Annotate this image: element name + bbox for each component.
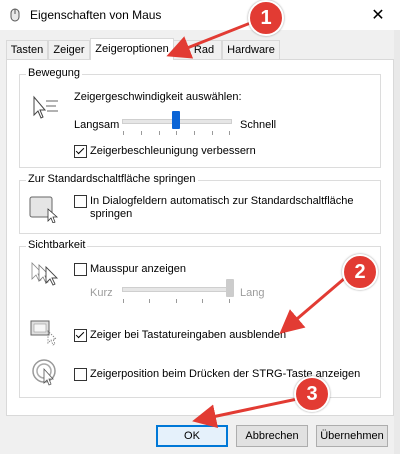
slider-tick <box>141 131 142 135</box>
tab-label: Hardware <box>227 44 275 56</box>
cancel-button[interactable]: Abbrechen <box>236 425 308 447</box>
options-panel: Bewegung Zeigergeschwindigkeit auswählen… <box>6 59 394 416</box>
tab-rad[interactable]: Rad <box>172 40 222 59</box>
tab-zeigeroptionen[interactable]: Zeigeroptionen <box>90 38 174 60</box>
tab-label: Rad <box>193 44 215 56</box>
slider-tick <box>176 131 177 135</box>
slider-tick <box>159 131 160 135</box>
trail-label: Mausspur anzeigen <box>90 263 187 275</box>
speed-slider-thumb[interactable] <box>172 111 180 129</box>
tab-hardware[interactable]: Hardware <box>222 40 280 59</box>
snap-button-icon <box>29 196 59 223</box>
tab-label: Tasten <box>10 44 44 56</box>
title-bar: Eigenschaften von Maus ✕ <box>0 0 400 30</box>
snap-label-line1: In Dialogfeldern automatisch zur Standar… <box>90 195 354 207</box>
group-label-snap: Zur Standardschaltfläche springen <box>26 173 198 185</box>
speed-label: Zeigergeschwindigkeit auswählen: <box>74 91 242 103</box>
annotation-badge-3: 3 <box>294 376 330 412</box>
long-label: Lang <box>240 287 265 299</box>
slider-tick <box>176 299 177 303</box>
pointer-trail-icon <box>31 262 59 286</box>
ok-button[interactable]: OK <box>156 425 228 447</box>
slider-tick <box>149 299 150 303</box>
apply-button[interactable]: Übernehmen <box>316 425 388 447</box>
fast-label: Schnell <box>240 119 277 131</box>
mouse-icon <box>10 8 20 22</box>
window-title: Eigenschaften von Maus <box>30 8 162 22</box>
slow-label: Langsam <box>74 119 120 131</box>
slider-tick <box>202 299 203 303</box>
tab-label: Zeiger <box>53 44 85 56</box>
hide-pointer-icon <box>30 320 57 346</box>
group-label-bewegung: Bewegung <box>26 67 82 79</box>
group-label-sichtbarkeit: Sichtbarkeit <box>26 239 88 251</box>
speed-slider[interactable] <box>122 111 232 137</box>
accel-checkbox[interactable] <box>74 145 87 158</box>
accel-label: Zeigerbeschleunigung verbessern <box>90 145 256 157</box>
annotation-badge-1: 1 <box>248 0 284 36</box>
background-window-edge <box>394 30 400 454</box>
locate-pointer-icon <box>32 359 56 386</box>
snap-checkbox[interactable] <box>74 195 87 208</box>
slider-tick <box>229 131 230 135</box>
ctrl-locate-checkbox[interactable] <box>74 368 87 381</box>
slider-tick <box>123 131 124 135</box>
trail-slider-track <box>122 287 232 292</box>
hide-pointer-label: Zeiger bei Tastatureingaben ausblenden <box>90 329 287 341</box>
annotation-badge-2: 2 <box>342 254 378 290</box>
tab-tasten[interactable]: Tasten <box>6 40 48 59</box>
slider-tick <box>123 299 124 303</box>
short-label: Kurz <box>90 287 113 299</box>
tab-label: Zeigeroptionen <box>95 43 169 55</box>
tab-zeiger[interactable]: Zeiger <box>48 40 90 59</box>
dialog-body: Tasten Zeiger Zeigeroptionen Rad Hardwar… <box>0 30 400 454</box>
snap-label-line2: springen <box>90 208 133 220</box>
group-snap: Zur Standardschaltfläche springen In Dia… <box>19 173 381 234</box>
group-sichtbarkeit: Sichtbarkeit Mausspur anzeigen Kurz Lang <box>19 239 381 398</box>
trail-checkbox[interactable] <box>74 263 87 276</box>
group-bewegung: Bewegung Zeigergeschwindigkeit auswählen… <box>19 67 381 168</box>
slider-tick <box>194 131 195 135</box>
close-icon: ✕ <box>371 7 385 24</box>
slider-tick <box>212 131 213 135</box>
trail-slider[interactable] <box>122 279 234 305</box>
hide-pointer-checkbox[interactable] <box>74 329 87 342</box>
pointer-speed-icon <box>33 95 58 119</box>
trail-slider-thumb[interactable] <box>226 279 234 297</box>
close-button[interactable]: ✕ <box>356 0 400 30</box>
slider-tick <box>229 299 230 303</box>
